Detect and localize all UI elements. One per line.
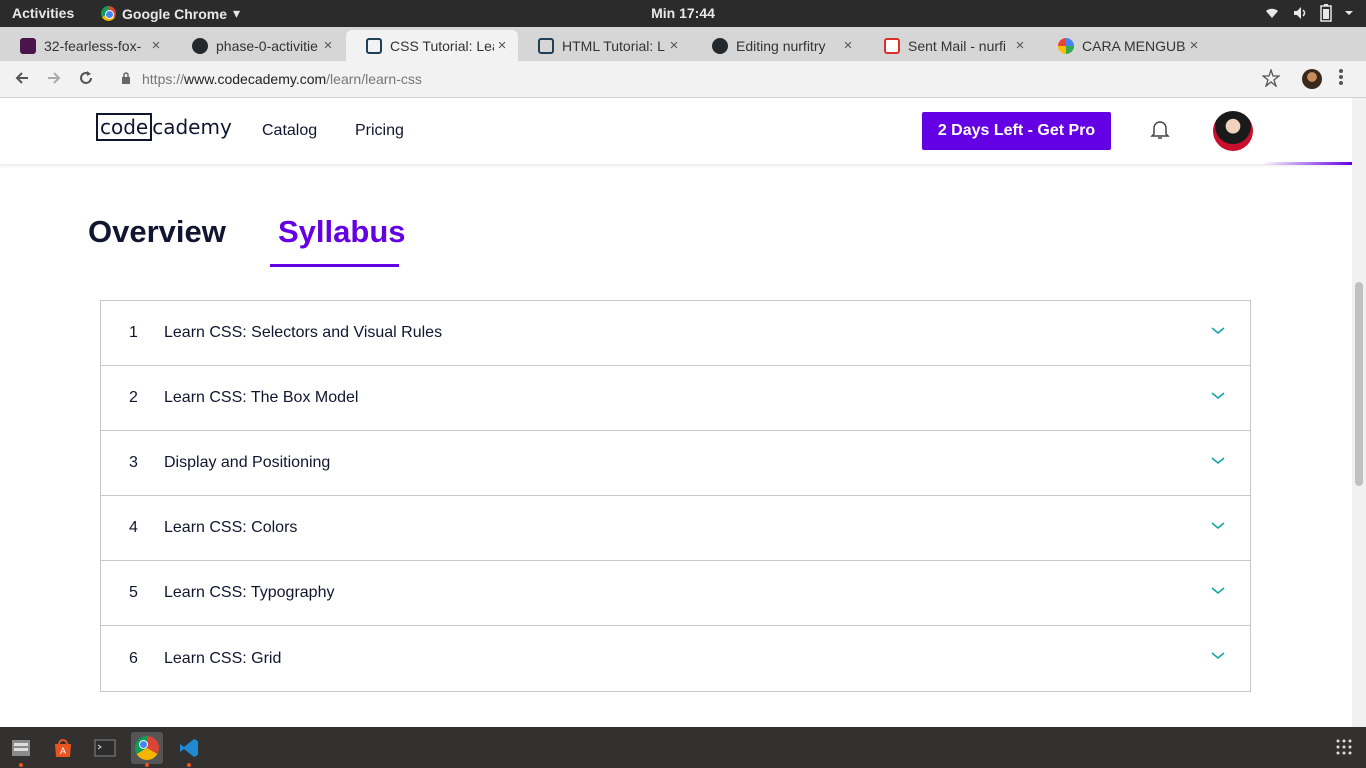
tab-label: CARA MENGUBA [1082,37,1186,54]
close-icon[interactable]: × [1186,37,1202,54]
address-bar[interactable]: https://www.codecademy.com/learn/learn-c… [142,71,422,87]
browser-tab-strip: 32-fearless-fox- × phase-0-activitie × C… [0,27,1366,84]
module-title: Learn CSS: Grid [164,649,282,667]
close-icon[interactable]: × [1012,37,1028,54]
volume-icon [1294,7,1306,19]
browser-tab-active[interactable]: CSS Tutorial: Lea × [346,30,518,61]
logo-cademy: cademy [152,115,232,139]
browser-tab[interactable]: Editing nurfitry × [692,30,864,61]
back-icon[interactable] [12,68,32,88]
system-menu-icon [1345,11,1353,15]
chevron-down-icon[interactable] [1210,323,1226,339]
module-title: Learn CSS: Selectors and Visual Rules [164,324,443,341]
url-path: /learn/learn-css [326,71,422,87]
reload-icon[interactable] [76,68,96,88]
lock-icon[interactable] [121,72,131,85]
logo-code: code [96,113,153,141]
forward-icon[interactable] [44,68,64,88]
module-title: Learn CSS: Typography [164,584,335,601]
tab-label: Editing nurfitry [736,37,826,54]
google-icon [1058,37,1074,54]
codecademy-icon [538,37,554,54]
tab-label: Sent Mail - nurfi [908,37,1007,54]
browser-tab[interactable]: HTML Tutorial: L × [518,30,690,61]
tab-label: 32-fearless-fox- [44,37,142,54]
tab-label: HTML Tutorial: L [562,37,665,54]
scrollbar-thumb[interactable] [1355,282,1363,486]
syllabus-list: 1 Learn CSS: Selectors and Visual Rules … [100,300,1251,692]
tab-overview[interactable]: Overview [88,214,226,250]
kebab-menu-icon[interactable] [1338,67,1344,87]
syllabus-module[interactable]: 4 Learn CSS: Colors [101,496,1250,561]
module-number: 2 [129,389,138,406]
chevron-down-icon[interactable] [1210,648,1226,664]
close-icon[interactable]: × [148,37,164,54]
nav-catalog[interactable]: Catalog [262,122,317,140]
syllabus-module[interactable]: 5 Learn CSS: Typography [101,561,1250,626]
module-title: Learn CSS: Colors [164,519,298,536]
tab-label: CSS Tutorial: Lea [390,37,494,54]
tab-label: phase-0-activitie [216,37,318,54]
github-icon [192,37,208,54]
url-host: www.codecademy.com [184,71,327,87]
battery-icon [1320,4,1332,22]
module-number: 6 [129,649,138,667]
gnome-top-bar: Activities Google Chrome ▾ Min 17:44 [0,0,1366,27]
taskbar: A [0,727,1366,768]
close-icon[interactable]: × [320,37,336,54]
tab-syllabus[interactable]: Syllabus [278,214,406,250]
user-avatar[interactable] [1213,111,1253,151]
svg-text:A: A [60,746,66,756]
module-title: Display and Positioning [164,454,331,471]
clock[interactable]: Min 17:44 [0,5,1366,21]
syllabus-module[interactable]: 2 Learn CSS: The Box Model [101,366,1250,431]
browser-tab[interactable]: 32-fearless-fox- × [0,30,172,61]
vscode-icon[interactable] [173,732,205,767]
chevron-down-icon[interactable] [1210,518,1226,534]
nav-pricing[interactable]: Pricing [355,122,404,140]
module-title: Learn CSS: The Box Model [164,389,359,406]
browser-tab[interactable]: phase-0-activitie × [172,30,344,61]
browser-tab[interactable]: CARA MENGUBA × [1038,30,1210,61]
chevron-down-icon[interactable] [1210,388,1226,404]
header-accent-line [1262,162,1352,165]
terminal-icon[interactable] [89,732,121,764]
active-tab-underline [270,264,399,267]
module-number: 1 [129,324,138,341]
wifi-icon [1266,8,1278,18]
chevron-down-icon[interactable] [1210,583,1226,599]
module-number: 5 [129,584,138,601]
site-header: code cademy Catalog Pricing 2 Days Left -… [0,98,1352,165]
page-scrollbar[interactable] [1352,98,1366,727]
bookmark-star-icon[interactable] [1262,69,1280,87]
gmail-icon [884,37,900,54]
web-page: code cademy Catalog Pricing 2 Days Left -… [0,98,1352,727]
software-center-icon[interactable]: A [47,732,79,764]
syllabus-module[interactable]: 3 Display and Positioning [101,431,1250,496]
close-icon[interactable]: × [840,37,856,54]
module-number: 4 [129,519,138,536]
close-icon[interactable]: × [666,37,682,54]
show-applications-icon[interactable] [1336,739,1352,755]
browser-tab[interactable]: Sent Mail - nurfi × [864,30,1036,61]
close-icon[interactable]: × [494,37,510,54]
chrome-icon[interactable] [131,732,163,767]
profile-avatar[interactable] [1302,69,1322,89]
bell-icon[interactable] [1150,118,1170,140]
browser-toolbar: https://www.codecademy.com/learn/learn-c… [0,61,1366,98]
codecademy-logo[interactable]: code cademy [96,113,232,141]
codecademy-icon [366,37,382,54]
get-pro-button[interactable]: 2 Days Left - Get Pro [922,112,1111,150]
system-tray[interactable] [1264,4,1354,22]
syllabus-module[interactable]: 1 Learn CSS: Selectors and Visual Rules [101,301,1250,366]
module-number: 3 [129,454,138,471]
files-icon[interactable] [5,732,37,767]
chevron-down-icon[interactable] [1210,453,1226,469]
url-scheme: https:// [142,71,185,87]
github-icon [712,37,728,54]
syllabus-module[interactable]: 6 Learn CSS: Grid [101,626,1250,691]
slack-icon [20,37,36,54]
